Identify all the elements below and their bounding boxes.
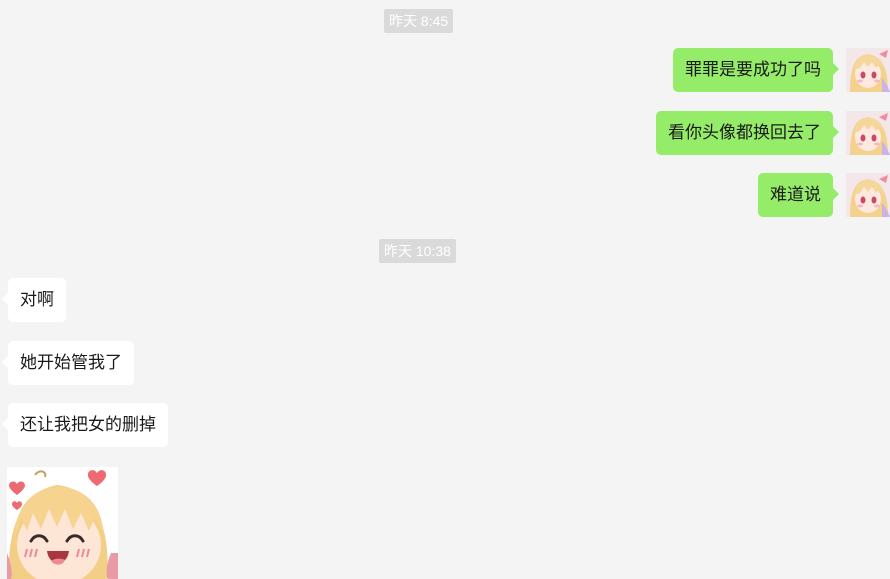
my-avatar-icon[interactable] bbox=[846, 173, 890, 217]
outgoing-message[interactable]: 罪罪是要成功了吗 bbox=[673, 48, 839, 92]
incoming-message[interactable]: 还让我把女的删掉 bbox=[2, 403, 168, 447]
timestamp: 昨天 8:45 bbox=[384, 9, 454, 33]
my-avatar-icon[interactable] bbox=[846, 111, 890, 155]
outgoing-message[interactable]: 难道说 bbox=[758, 173, 839, 217]
my-avatar-icon[interactable] bbox=[846, 48, 890, 92]
incoming-message[interactable]: 对啊 bbox=[2, 278, 66, 322]
laughing-sticker-icon[interactable] bbox=[7, 467, 118, 579]
outgoing-message[interactable]: 看你头像都换回去了 bbox=[656, 111, 839, 155]
timestamp: 昨天 10:38 bbox=[379, 239, 456, 263]
incoming-message[interactable]: 她开始管我了 bbox=[2, 341, 134, 385]
